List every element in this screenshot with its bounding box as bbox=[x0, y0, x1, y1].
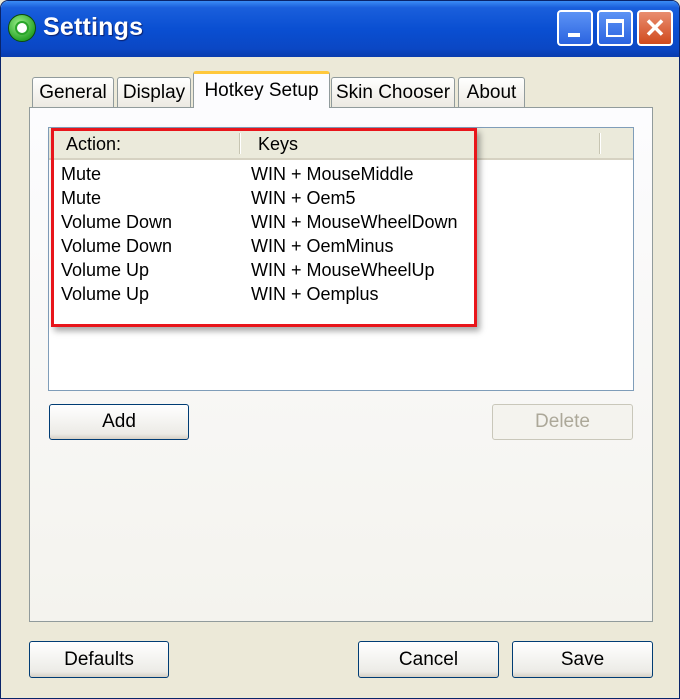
tab-display[interactable]: Display bbox=[117, 77, 191, 107]
tab-skin-chooser[interactable]: Skin Chooser bbox=[331, 77, 455, 107]
window-title: Settings bbox=[43, 13, 144, 41]
column-divider[interactable] bbox=[599, 133, 600, 154]
add-button[interactable]: Add bbox=[49, 404, 189, 440]
cancel-button[interactable]: Cancel bbox=[358, 641, 499, 678]
maximize-button[interactable] bbox=[597, 10, 633, 46]
close-icon: ✕ bbox=[644, 13, 666, 43]
close-button[interactable]: ✕ bbox=[637, 10, 673, 46]
app-gear-icon bbox=[8, 14, 36, 42]
title-bar[interactable]: Settings ✕ bbox=[1, 1, 679, 57]
save-button[interactable]: Save bbox=[512, 641, 653, 678]
tab-about[interactable]: About bbox=[458, 77, 525, 107]
tab-hotkey-setup[interactable]: Hotkey Setup bbox=[193, 71, 330, 108]
highlight-annotation-box bbox=[51, 128, 477, 327]
minimize-button[interactable] bbox=[557, 10, 593, 46]
defaults-button[interactable]: Defaults bbox=[29, 641, 169, 678]
tab-general[interactable]: General bbox=[32, 77, 114, 107]
delete-button[interactable]: Delete bbox=[492, 404, 633, 440]
settings-window: Settings ✕ General Display Hotkey Setup … bbox=[0, 0, 680, 699]
minimize-icon bbox=[568, 33, 580, 37]
maximize-icon bbox=[606, 19, 624, 37]
